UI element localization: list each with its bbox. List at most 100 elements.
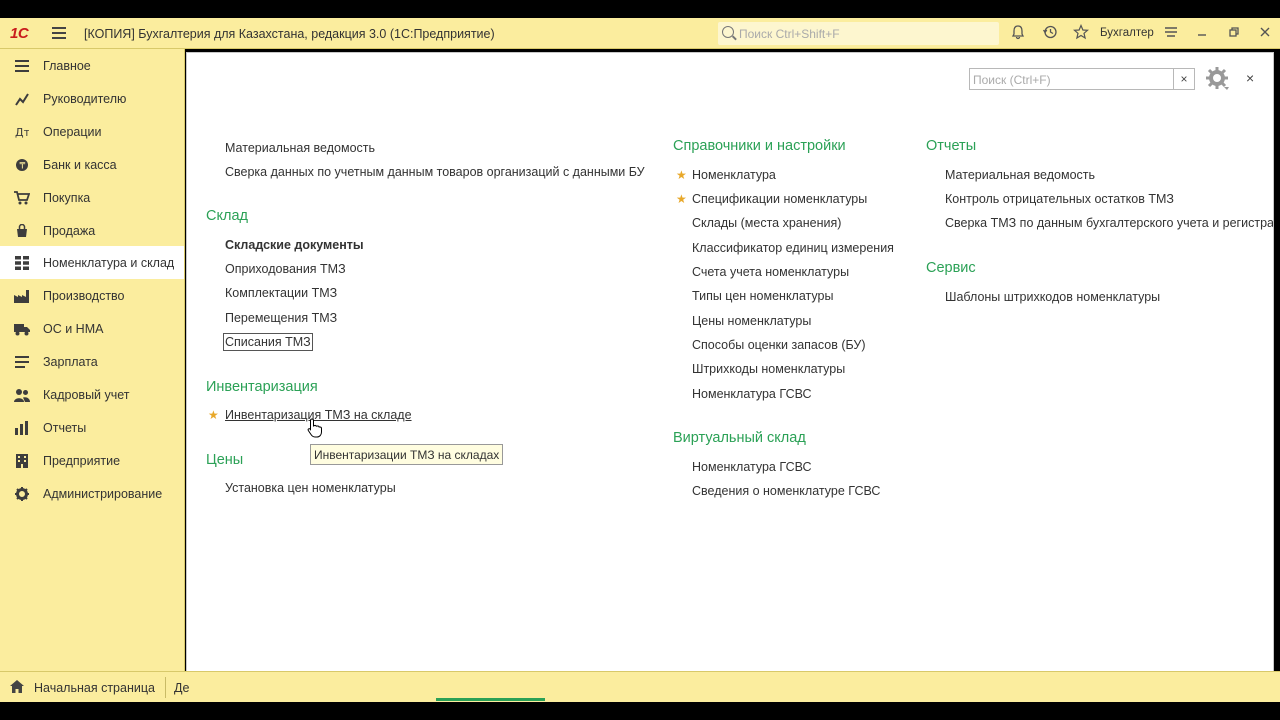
- building-icon: [14, 453, 30, 469]
- sidebar-item-label: Главное: [43, 58, 91, 73]
- tab-open-document[interactable]: Де: [174, 681, 189, 695]
- link-valuation-methods[interactable]: Способы оценки запасов (БУ): [692, 338, 866, 352]
- link-receipts[interactable]: Оприходования ТМЗ: [225, 262, 346, 276]
- star-favorites-icon[interactable]: [1072, 23, 1090, 42]
- section-title-references: Справочники и настройки: [673, 138, 846, 154]
- sidebar-item-purchase[interactable]: Покупка: [0, 181, 184, 214]
- sidebar-item-hr[interactable]: Кадровый учет: [0, 378, 184, 411]
- history-icon[interactable]: [1041, 24, 1059, 42]
- hand-cursor-icon: [307, 418, 323, 443]
- link-report-reconcile[interactable]: Сверка ТМЗ по данным бухгалтерского учет…: [945, 216, 1273, 230]
- sidebar-item-main[interactable]: Главное: [0, 49, 184, 82]
- bank-icon: ₸: [14, 157, 30, 173]
- favorite-star-icon[interactable]: ★: [208, 408, 219, 422]
- search-icon: [722, 26, 734, 38]
- close-panel-button[interactable]: ×: [1246, 70, 1254, 86]
- restore-icon[interactable]: [1225, 24, 1243, 42]
- favorite-star-icon[interactable]: ★: [676, 168, 687, 182]
- sidebar-item-fixed-assets[interactable]: ОС и НМА: [0, 312, 184, 345]
- bottom-tabs-bar: Начальная страница Де: [0, 671, 1280, 702]
- sidebar-item-label: Продажа: [43, 223, 96, 238]
- link-specifications[interactable]: Спецификации номенклатуры: [692, 192, 867, 206]
- link-units[interactable]: Классификатор единиц измерения: [692, 241, 894, 255]
- settings-gear-icon[interactable]: [1205, 66, 1229, 96]
- section-title-inventory: Инвентаризация: [206, 379, 318, 395]
- link-set-prices[interactable]: Установка цен номенклатуры: [225, 481, 396, 495]
- close-window-icon[interactable]: [1256, 24, 1274, 42]
- sidebar-item-label: Производство: [43, 288, 125, 303]
- svg-text:₸: ₸: [20, 161, 26, 171]
- link-material-statement[interactable]: Материальная ведомость: [225, 141, 375, 155]
- sidebar-item-operations[interactable]: Дт Операции: [0, 115, 184, 148]
- sidebar-item-administration[interactable]: Администрирование: [0, 477, 184, 510]
- gear-icon: [14, 486, 30, 502]
- people-icon: [14, 387, 30, 403]
- favorite-star-icon[interactable]: ★: [676, 192, 687, 206]
- panel-search-placeholder: Поиск (Ctrl+F): [973, 73, 1051, 87]
- sidebar: Главное Руководителю Дт Операции ₸ Банк …: [0, 49, 185, 671]
- operations-icon: Дт: [14, 124, 30, 140]
- link-warehouse-documents[interactable]: Складские документы: [225, 238, 364, 252]
- tab-home[interactable]: Начальная страница: [34, 681, 155, 695]
- settings-lines-icon[interactable]: [1162, 24, 1180, 42]
- link-nomenclature[interactable]: Номенклатура: [692, 168, 776, 182]
- tab-divider: [165, 677, 166, 698]
- section-title-reports: Отчеты: [926, 138, 977, 154]
- link-barcode-templates[interactable]: Шаблоны штрихкодов номенклатуры: [945, 290, 1160, 304]
- section-title-prices: Цены: [206, 452, 244, 468]
- sidebar-item-label: Администрирование: [43, 486, 163, 501]
- sidebar-item-label: Руководителю: [43, 91, 127, 106]
- link-price-types[interactable]: Типы цен номенклатуры: [692, 289, 833, 303]
- logo: 1С: [10, 25, 29, 42]
- link-warehouses[interactable]: Склады (места хранения): [692, 216, 841, 230]
- sidebar-item-salary[interactable]: Зарплата: [0, 345, 184, 378]
- salary-icon: [14, 354, 30, 370]
- bell-icon[interactable]: [1009, 24, 1027, 42]
- sidebar-item-bank[interactable]: ₸ Банк и касса: [0, 148, 184, 181]
- truck-icon: [14, 321, 30, 337]
- link-kits[interactable]: Комплектации ТМЗ: [225, 286, 337, 300]
- list-icon: [14, 58, 30, 74]
- link-virtual-gsvs[interactable]: Номенклатура ГСВС: [692, 460, 812, 474]
- chart-icon: [14, 91, 30, 107]
- sidebar-item-label: Отчеты: [43, 420, 87, 435]
- link-gsvs-nomenclature[interactable]: Номенклатура ГСВС: [692, 387, 812, 401]
- minimize-icon[interactable]: [1193, 24, 1211, 42]
- app-title: [КОПИЯ] Бухгалтерия для Казахстана, реда…: [84, 27, 495, 41]
- sidebar-item-manager[interactable]: Руководителю: [0, 82, 184, 115]
- clear-search-button[interactable]: ×: [1174, 68, 1195, 90]
- link-reconcile-goods[interactable]: Сверка данных по учетным данным товаров …: [225, 165, 645, 179]
- sale-icon: [14, 223, 30, 239]
- link-accounts[interactable]: Счета учета номенклатуры: [692, 265, 849, 279]
- link-report-negative[interactable]: Контроль отрицательных остатков ТМЗ: [945, 192, 1174, 206]
- section-title-virtual-warehouse: Виртуальный склад: [673, 430, 806, 446]
- sidebar-item-reports[interactable]: Отчеты: [0, 411, 184, 444]
- link-barcodes[interactable]: Штрихкоды номенклатуры: [692, 362, 845, 376]
- link-prices[interactable]: Цены номенклатуры: [692, 314, 811, 328]
- home-icon[interactable]: [10, 680, 24, 696]
- sidebar-item-label: Кадровый учет: [43, 387, 130, 402]
- active-tab-indicator: [436, 698, 545, 701]
- cart-icon: [14, 190, 30, 206]
- sidebar-item-enterprise[interactable]: Предприятие: [0, 444, 184, 477]
- section-title-sklad: Склад: [206, 208, 248, 224]
- global-search-input[interactable]: Поиск Ctrl+Shift+F: [718, 22, 999, 45]
- link-report-material[interactable]: Материальная ведомость: [945, 168, 1095, 182]
- hamburger-menu-icon[interactable]: [52, 27, 66, 39]
- svg-text:Дт: Дт: [15, 126, 29, 139]
- link-transfers[interactable]: Перемещения ТМЗ: [225, 311, 337, 325]
- factory-icon: [14, 288, 30, 304]
- sidebar-item-production[interactable]: Производство: [0, 279, 184, 312]
- section-panel: Поиск (Ctrl+F) × × Материальная ведомост…: [186, 52, 1274, 698]
- sidebar-item-nomenclature[interactable]: Номенклатура и склад: [0, 246, 184, 279]
- bar-chart-icon: [14, 420, 30, 436]
- link-gsvs-info[interactable]: Сведения о номенклатуре ГСВС: [692, 484, 880, 498]
- sidebar-item-label: ОС и НМА: [43, 321, 104, 336]
- user-name[interactable]: Бухгалтер: [1100, 27, 1154, 39]
- sidebar-item-label: Покупка: [43, 190, 91, 205]
- sidebar-item-sale[interactable]: Продажа: [0, 214, 184, 247]
- panel-search-input[interactable]: Поиск (Ctrl+F): [969, 68, 1174, 90]
- global-search-placeholder: Поиск Ctrl+Shift+F: [739, 27, 840, 41]
- top-bar: 1С [КОПИЯ] Бухгалтерия для Казахстана, р…: [0, 18, 1280, 49]
- link-write-offs[interactable]: Списания ТМЗ: [223, 333, 313, 351]
